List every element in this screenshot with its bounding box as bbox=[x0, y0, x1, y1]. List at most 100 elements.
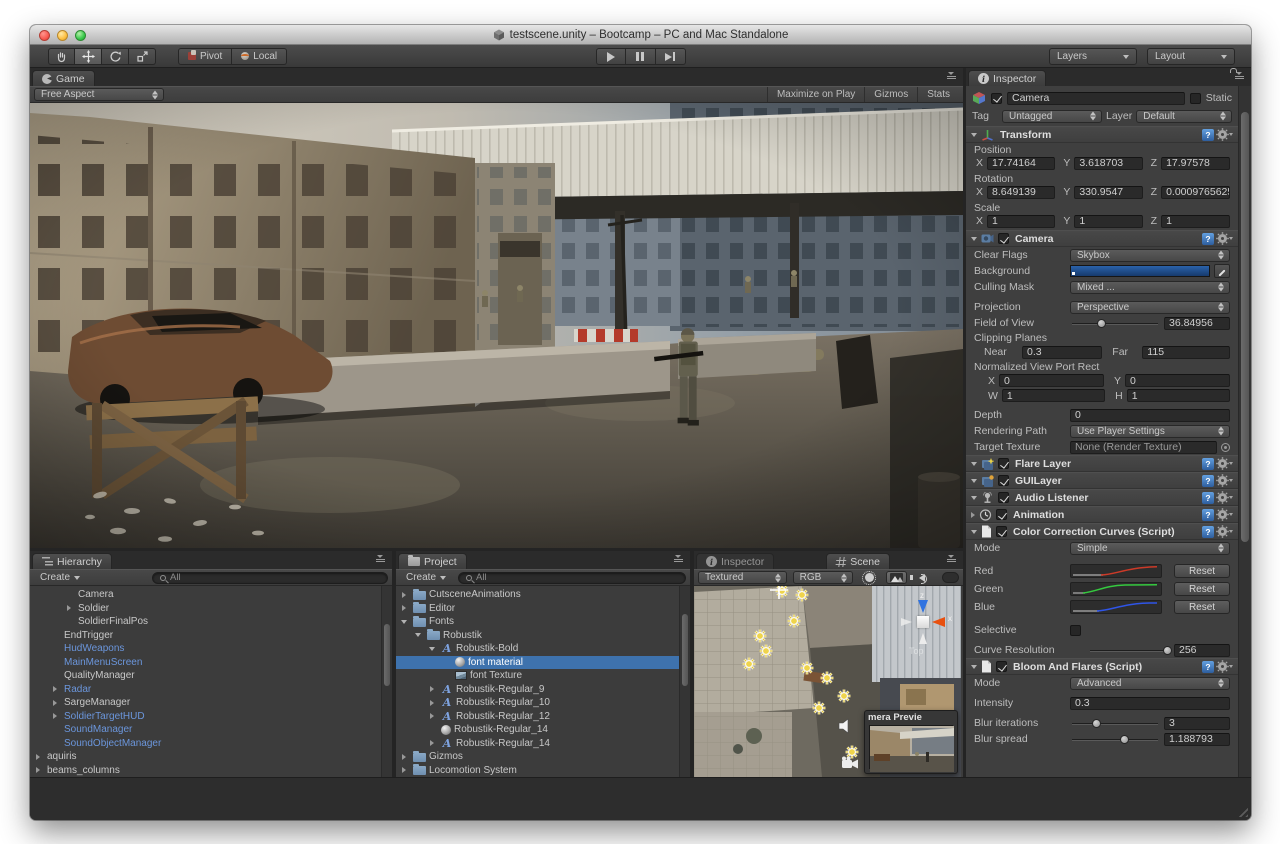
viewport-h-field[interactable]: 1 bbox=[1127, 389, 1230, 402]
depth-field[interactable]: 0 bbox=[1070, 409, 1230, 422]
project-scrollbar[interactable] bbox=[679, 586, 690, 777]
tab-hierarchy[interactable]: Hierarchy bbox=[32, 553, 112, 569]
foldout-icon[interactable] bbox=[971, 462, 977, 466]
help-icon[interactable]: ? bbox=[1202, 475, 1214, 487]
animation-header[interactable]: Animation ? bbox=[966, 506, 1238, 523]
project-item-selected[interactable]: font material bbox=[396, 656, 690, 670]
panel-menu-icon[interactable] bbox=[1232, 72, 1246, 82]
gear-menu[interactable] bbox=[1218, 662, 1233, 671]
tab-project[interactable]: Project bbox=[398, 553, 467, 569]
hierarchy-item[interactable]: aquiris bbox=[30, 750, 392, 764]
active-checkbox[interactable] bbox=[991, 93, 1002, 104]
foldout-icon[interactable] bbox=[971, 512, 975, 518]
gear-menu[interactable] bbox=[1218, 527, 1233, 536]
create-button[interactable]: Create bbox=[400, 571, 452, 584]
window-titlebar[interactable]: testscene.unity – Bootcamp – PC and Mac … bbox=[30, 25, 1251, 45]
red-curve-field[interactable] bbox=[1070, 564, 1162, 578]
tab-game[interactable]: Game bbox=[32, 70, 95, 86]
shading-mode-dropdown[interactable]: Textured bbox=[698, 571, 787, 584]
project-item[interactable]: Robustik bbox=[396, 629, 690, 643]
project-item[interactable]: Fonts bbox=[396, 615, 690, 629]
hierarchy-item[interactable]: SargeManager bbox=[30, 696, 392, 710]
curve-resolution-field[interactable]: 256 bbox=[1174, 644, 1230, 657]
curve-resolution-slider[interactable] bbox=[1088, 644, 1170, 657]
hierarchy-item[interactable]: Soldier bbox=[30, 602, 392, 616]
gear-menu[interactable] bbox=[1218, 510, 1233, 519]
layers-dropdown[interactable]: Layers bbox=[1049, 48, 1137, 65]
help-icon[interactable]: ? bbox=[1202, 509, 1214, 521]
component-checkbox[interactable] bbox=[998, 492, 1009, 503]
scene-orientation-gizmo[interactable]: z x Top bbox=[901, 600, 945, 644]
audio-listener-header[interactable]: Audio Listener ? bbox=[966, 489, 1238, 506]
component-checkbox[interactable] bbox=[998, 475, 1009, 486]
hierarchy-item[interactable]: Radar bbox=[30, 683, 392, 697]
rotation-z-field[interactable]: 0.0009765625 bbox=[1161, 186, 1230, 199]
viewport-x-field[interactable]: 0 bbox=[999, 374, 1104, 387]
help-icon[interactable]: ? bbox=[1202, 129, 1214, 141]
blue-reset-button[interactable]: Reset bbox=[1174, 600, 1230, 614]
gear-menu[interactable] bbox=[1218, 234, 1233, 243]
component-checkbox[interactable] bbox=[998, 233, 1009, 244]
hierarchy-item[interactable]: beams_columns bbox=[30, 764, 392, 778]
zoom-window-button[interactable] bbox=[75, 30, 86, 41]
blur-spread-field[interactable]: 1.188793 bbox=[1164, 733, 1230, 746]
projection-dropdown[interactable]: Perspective bbox=[1070, 301, 1230, 314]
scale-z-field[interactable]: 1 bbox=[1161, 215, 1230, 228]
close-window-button[interactable] bbox=[39, 30, 50, 41]
flare-layer-header[interactable]: Flare Layer ? bbox=[966, 455, 1238, 472]
rotation-y-field[interactable]: 330.9547 bbox=[1074, 186, 1142, 199]
project-item[interactable]: ARobustik-Bold bbox=[396, 642, 690, 656]
tab-inspector-bottom[interactable]: iInspector bbox=[696, 553, 774, 569]
panel-menu-icon[interactable] bbox=[373, 555, 387, 565]
position-y-field[interactable]: 3.618703 bbox=[1074, 157, 1142, 170]
intensity-field[interactable]: 0.3 bbox=[1070, 697, 1230, 710]
pause-button[interactable] bbox=[626, 48, 656, 65]
project-search-input[interactable]: All bbox=[458, 572, 686, 584]
green-curve-field[interactable] bbox=[1070, 582, 1162, 596]
local-toggle-button[interactable]: Local bbox=[232, 48, 287, 65]
hierarchy-item[interactable]: Camera bbox=[30, 588, 392, 602]
position-x-field[interactable]: 17.74164 bbox=[987, 157, 1055, 170]
blur-iterations-field[interactable]: 3 bbox=[1164, 717, 1230, 730]
tab-scene[interactable]: Scene bbox=[826, 553, 890, 569]
help-icon[interactable]: ? bbox=[1202, 492, 1214, 504]
gizmo-axis-cone[interactable] bbox=[919, 633, 927, 644]
help-icon[interactable]: ? bbox=[1202, 526, 1214, 538]
panel-menu-icon[interactable] bbox=[944, 72, 958, 82]
gear-menu[interactable] bbox=[1218, 493, 1233, 502]
scale-x-field[interactable]: 1 bbox=[987, 215, 1055, 228]
hierarchy-item[interactable]: EndTrigger bbox=[30, 629, 392, 643]
tab-inspector[interactable]: iInspector bbox=[968, 70, 1046, 86]
play-button[interactable] bbox=[596, 48, 626, 65]
scene-audio-toggle[interactable] bbox=[913, 571, 934, 584]
component-checkbox[interactable] bbox=[998, 458, 1009, 469]
hierarchy-item[interactable]: QualityManager bbox=[30, 669, 392, 683]
red-reset-button[interactable]: Reset bbox=[1174, 564, 1230, 578]
project-item[interactable]: CutsceneAnimations bbox=[396, 588, 690, 602]
hierarchy-search-input[interactable]: All bbox=[152, 572, 388, 584]
viewport-w-field[interactable]: 1 bbox=[1002, 389, 1105, 402]
name-field[interactable]: Camera bbox=[1007, 92, 1185, 105]
blur-iterations-slider[interactable] bbox=[1070, 717, 1160, 730]
inspector-scrollbar[interactable] bbox=[1238, 86, 1251, 777]
scene-gizmo-toggle[interactable] bbox=[942, 572, 959, 583]
panel-menu-icon[interactable] bbox=[944, 555, 958, 565]
position-z-field[interactable]: 17.97578 bbox=[1161, 157, 1230, 170]
blur-spread-slider[interactable] bbox=[1070, 733, 1160, 746]
move-tool-button[interactable] bbox=[75, 48, 102, 65]
scene-fx-toggle[interactable] bbox=[886, 571, 907, 584]
bloom-mode-dropdown[interactable]: Advanced bbox=[1070, 677, 1230, 690]
hierarchy-item[interactable]: MainMenuScreen bbox=[30, 656, 392, 670]
stats-toggle[interactable]: Stats bbox=[917, 87, 959, 102]
fov-slider[interactable] bbox=[1070, 317, 1160, 330]
culling-mask-dropdown[interactable]: Mixed ... bbox=[1070, 281, 1230, 294]
static-checkbox[interactable] bbox=[1190, 93, 1201, 104]
panel-menu-icon[interactable] bbox=[671, 555, 685, 565]
hierarchy-item[interactable]: HudWeapons bbox=[30, 642, 392, 656]
selective-checkbox[interactable] bbox=[1070, 625, 1081, 636]
gear-menu[interactable] bbox=[1218, 459, 1233, 468]
game-viewport[interactable] bbox=[30, 103, 963, 548]
layer-dropdown[interactable]: Default bbox=[1136, 110, 1232, 123]
project-item[interactable]: Robustik-Regular_14 bbox=[396, 723, 690, 737]
maximize-on-play-toggle[interactable]: Maximize on Play bbox=[767, 87, 864, 102]
